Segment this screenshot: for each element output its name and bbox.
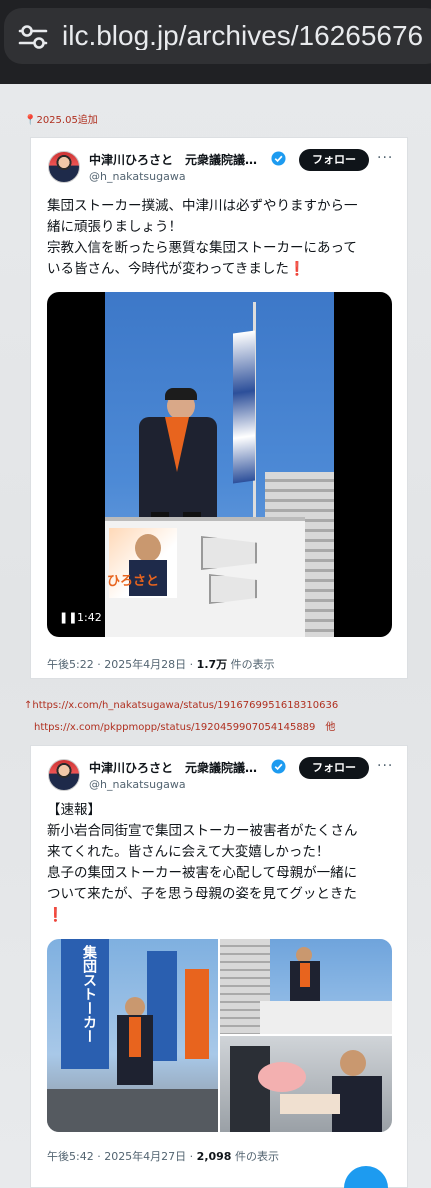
tune-icon[interactable] xyxy=(18,24,48,50)
browser-toolbar: ilc.blog.jp/archives/16265676 xyxy=(0,0,431,84)
views-label: 件の表示 xyxy=(231,1150,279,1163)
photo-1[interactable]: 集団ストーカー xyxy=(47,939,218,1132)
timestamp[interactable]: 午後5:22 · 2025年4月28日 · xyxy=(47,658,197,671)
tweet-line: 新小岩合同街宣で集団ストーカー被害者がたくさん xyxy=(47,823,358,839)
more-icon[interactable]: ··· xyxy=(377,758,393,774)
tweet-line: 緒に頑張りましょう！ xyxy=(47,219,182,235)
photo-2[interactable] xyxy=(220,939,392,1034)
tweet-meta: 午後5:42 · 2025年4月27日 · 2,098 件の表示 xyxy=(47,1148,279,1164)
tweet-meta: 午後5:22 · 2025年4月28日 · 1.7万 件の表示 xyxy=(47,656,275,672)
view-count: 1.7万 xyxy=(196,658,228,671)
verified-icon xyxy=(271,151,286,166)
views-label: 件の表示 xyxy=(227,658,275,671)
exclamation-icon: ❗ xyxy=(288,261,306,277)
handle[interactable]: @h_nakatsugawa xyxy=(89,778,186,791)
tweet-text: 【速報】 新小岩合同街宣で集団ストーカー被害者がたくさん 来てくれた。皆さんに会… xyxy=(47,800,358,926)
tweet-line: 息子の集団ストーカー被害を心配して母親が一緒に xyxy=(47,865,358,881)
handle[interactable]: @h_nakatsugawa xyxy=(89,170,186,183)
display-name[interactable]: 中津川ひろさと 元衆議院議員… xyxy=(89,759,265,776)
view-count: 2,098 xyxy=(196,1150,232,1163)
added-note: 📍2025.05追加 xyxy=(24,111,98,126)
tweet-line: 【速報】 xyxy=(47,802,101,818)
display-name[interactable]: 中津川ひろさと 元衆議院議… xyxy=(89,151,265,168)
source-link-2[interactable]: https://x.com/pkppmopp/status/1920459907… xyxy=(34,718,335,733)
avatar[interactable] xyxy=(48,759,80,791)
added-note-text: 2025.05追加 xyxy=(36,115,98,126)
tweet-card-1[interactable]: 中津川ひろさと 元衆議院議… @h_nakatsugawa フォロー ··· 集… xyxy=(30,137,408,679)
follow-button[interactable]: フォロー xyxy=(299,149,369,171)
video-time: 1:42 xyxy=(77,611,102,624)
more-icon[interactable]: ··· xyxy=(377,150,393,166)
follow-button[interactable]: フォロー xyxy=(299,757,369,779)
url-text[interactable]: ilc.blog.jp/archives/16265676 xyxy=(62,22,431,50)
tweet-line: いる皆さん、今時代が変わってきました❗ xyxy=(47,261,306,277)
tweet-line: 宗教入信を断ったら悪質な集団ストーカーにあって xyxy=(47,240,357,256)
pin-icon: 📍 xyxy=(24,115,37,126)
tweet-line: 来てくれた。皆さんに会えて大変嬉しかった！ xyxy=(47,844,330,860)
address-bar[interactable]: ilc.blog.jp/archives/16265676 xyxy=(4,8,431,64)
timestamp[interactable]: 午後5:42 · 2025年4月27日 · xyxy=(47,1150,197,1163)
tweet-line: 集団ストーカー撲滅、中津川は必ずやりますから一 xyxy=(47,198,358,214)
video-frame: ひろさと xyxy=(105,292,334,637)
poster-text: ひろさと xyxy=(107,574,160,589)
verified-icon xyxy=(271,759,286,774)
avatar[interactable] xyxy=(48,151,80,183)
source-link-1[interactable]: ↑https://x.com/h_nakatsugawa/status/1916… xyxy=(24,700,338,711)
banner-text: 集団ストーカー xyxy=(81,945,97,1043)
pause-icon[interactable]: ❚❚ xyxy=(59,611,77,624)
video-player[interactable]: ひろさと ❚❚ 1:42 xyxy=(47,292,392,637)
tweet-text: 集団ストーカー撲滅、中津川は必ずやりますから一 緒に頑張りましょう！ 宗教入信を… xyxy=(47,196,358,280)
exclamation-icon: ❗ xyxy=(47,907,64,923)
photo-3[interactable] xyxy=(220,1036,392,1132)
tweet-card-2[interactable]: 中津川ひろさと 元衆議院議員… @h_nakatsugawa フォロー ··· … xyxy=(30,745,408,1188)
photo-grid[interactable]: 集団ストーカー xyxy=(47,939,392,1132)
tweet-line: ついて来たが、子を思う母親の姿を見てグッときた xyxy=(47,886,357,902)
